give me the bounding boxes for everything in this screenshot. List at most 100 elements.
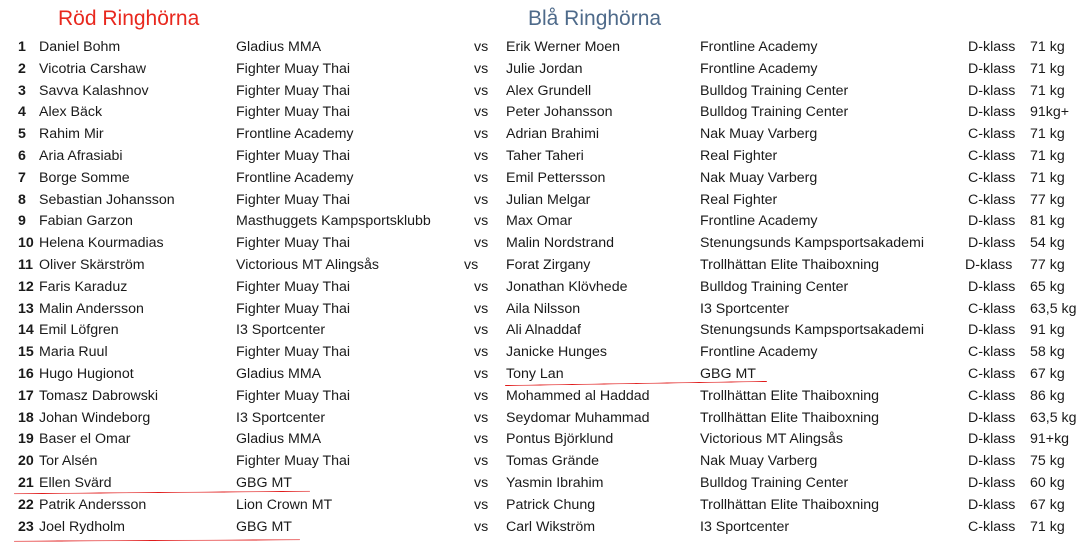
blue-fighter-name: Julie Jordan xyxy=(506,60,583,77)
red-fighter-club: GBG MT xyxy=(236,518,292,535)
bout-number: 3 xyxy=(18,82,26,99)
blue-fighter-club: Trollhättan Elite Thaiboxning xyxy=(700,256,880,273)
red-fighter-club: Fighter Muay Thai xyxy=(236,60,351,77)
versus-label: vs xyxy=(474,39,489,55)
weight-class: D-klass xyxy=(968,278,1016,295)
blue-fighter-club: Nak Muay Varberg xyxy=(700,453,818,470)
bout-number: 23 xyxy=(18,518,34,535)
blue-fighter-name: Tomas Grände xyxy=(506,453,600,470)
weight-class: D-klass xyxy=(968,496,1016,513)
bout-number: 19 xyxy=(18,431,34,448)
blue-fighter-name: Aila Nilsson xyxy=(506,300,581,317)
blue-fighter-name: Ali Alnaddaf xyxy=(506,322,581,339)
red-fighter-club: I3 Sportcenter xyxy=(236,409,326,426)
weight-class: C-klass xyxy=(968,365,1016,382)
red-fighter-name: Joel Rydholm xyxy=(39,518,125,535)
versus-label: vs xyxy=(474,60,489,77)
weight-class: D-klass xyxy=(968,431,1016,448)
red-fighter-name: Baser el Omar xyxy=(39,431,131,448)
versus-label: vs xyxy=(474,169,489,186)
weight-class: D-klass xyxy=(968,104,1016,121)
weight-class: D-klass xyxy=(968,474,1016,491)
red-fighter-name: Vicotria Carshaw xyxy=(39,60,146,77)
red-fighter-name: Malin Andersson xyxy=(39,300,144,317)
blue-fighter-name: Alex Grundell xyxy=(506,82,592,99)
bout-number: 5 xyxy=(18,126,26,143)
weight-class: C-klass xyxy=(968,518,1016,535)
weight-class: D-klass xyxy=(968,39,1016,55)
red-fighter-name: Fabian Garzon xyxy=(39,213,133,230)
bout-number: 2 xyxy=(18,60,26,77)
blue-fighter-name: Mohammed al Haddad xyxy=(506,387,650,404)
weight-limit: 91kg+ xyxy=(1030,104,1070,121)
bout-number: 22 xyxy=(18,496,34,513)
red-fighter-name: Rahim Mir xyxy=(39,126,104,143)
red-fighter-club: Fighter Muay Thai xyxy=(236,453,351,470)
bout-row: 10 Helena Kourmadias Fighter Muay Thai vs Ma… xyxy=(0,233,1083,255)
weight-limit: 63,5 kg xyxy=(1030,300,1077,317)
weight-limit: 71 kg xyxy=(1030,39,1065,55)
weight-limit: 77 kg xyxy=(1030,256,1065,273)
bout-row: 19 Baser el Omar Gladius MMA vs Pontus Björk… xyxy=(0,429,1083,451)
weight-class: D-klass xyxy=(965,256,1013,273)
blue-fighter-club: Frontline Academy xyxy=(700,60,818,77)
red-fighter-club: Gladius MMA xyxy=(236,365,322,382)
versus-label: vs xyxy=(474,191,489,208)
blue-fighter-name: Adrian Brahimi xyxy=(506,126,600,143)
versus-label: vs xyxy=(474,431,489,448)
weight-class: D-klass xyxy=(968,453,1016,470)
versus-label: vs xyxy=(474,213,489,230)
versus-label: vs xyxy=(474,300,489,317)
blue-fighter-name: Janicke Hunges xyxy=(506,344,607,361)
blue-fighter-club: Nak Muay Varberg xyxy=(700,126,818,143)
versus-label: vs xyxy=(474,278,489,295)
bout-row: 16 Hugo Hugionot Gladius MMA vs Tony Lan GBG … xyxy=(0,364,1083,386)
versus-label: vs xyxy=(474,496,489,513)
red-fighter-name: Maria Ruul xyxy=(39,344,108,361)
red-fighter-name: Patrik Andersson xyxy=(39,496,147,513)
blue-fighter-name: Yasmin Ibrahim xyxy=(506,474,604,491)
versus-label: vs xyxy=(474,453,489,470)
weight-limit: 65 kg xyxy=(1030,278,1065,295)
red-fighter-club: I3 Sportcenter xyxy=(236,322,326,339)
bout-number: 6 xyxy=(18,147,26,164)
red-fighter-name: Faris Karaduz xyxy=(39,278,128,295)
red-fighter-club: Frontline Academy xyxy=(236,126,354,143)
weight-class: D-klass xyxy=(968,213,1016,230)
blue-fighter-name: Malin Nordstrand xyxy=(506,235,615,252)
bout-number: 9 xyxy=(18,213,26,230)
weight-limit: 60 kg xyxy=(1030,474,1065,491)
weight-limit: 71 kg xyxy=(1030,147,1065,164)
bout-list: 1 Daniel Bohm Gladius MMA vs Erik Werner Moe… xyxy=(0,37,1083,538)
red-fighter-club: Fighter Muay Thai xyxy=(236,300,351,317)
versus-label: vs xyxy=(474,474,489,491)
versus-label: vs xyxy=(474,147,489,164)
blue-fighter-name: Seydomar Muhammad xyxy=(506,409,650,426)
blue-fighter-club: Stenungsunds Kampsportsakademi xyxy=(700,235,924,252)
weight-class: C-klass xyxy=(968,300,1016,317)
versus-label: vs xyxy=(474,387,489,404)
red-fighter-club: Gladius MMA xyxy=(236,39,322,55)
bout-number: 14 xyxy=(18,322,34,339)
red-fighter-name: Helena Kourmadias xyxy=(39,235,164,252)
red-fighter-club: Fighter Muay Thai xyxy=(236,147,351,164)
bout-number: 18 xyxy=(18,409,34,426)
bout-number: 4 xyxy=(18,104,26,121)
versus-label: vs xyxy=(474,322,489,339)
bout-row: 11 Oliver Skärström Victorious MT Alingsås… xyxy=(0,255,1083,277)
blue-fighter-club: Bulldog Training Center xyxy=(700,278,849,295)
bout-row: 12 Faris Karaduz Fighter Muay Thai vs Jonath… xyxy=(0,277,1083,299)
versus-label: vs xyxy=(474,365,489,382)
blue-fighter-name: Tony Lan xyxy=(506,365,564,382)
blue-fighter-club: Trollhättan Elite Thaiboxning xyxy=(700,387,880,404)
red-fighter-name: Tomasz Dabrowski xyxy=(39,387,159,404)
red-fighter-name: Sebastian Johansson xyxy=(39,191,175,208)
underline-bout-23-red xyxy=(13,539,301,542)
weight-limit: 77 kg xyxy=(1030,191,1065,208)
weight-class: D-klass xyxy=(968,409,1016,426)
weight-limit: 91+kg xyxy=(1030,431,1070,448)
weight-limit: 71 kg xyxy=(1030,60,1065,77)
blue-fighter-club: Real Fighter xyxy=(700,147,778,164)
red-fighter-name: Alex Bäck xyxy=(39,104,103,121)
versus-label: vs xyxy=(474,82,489,99)
